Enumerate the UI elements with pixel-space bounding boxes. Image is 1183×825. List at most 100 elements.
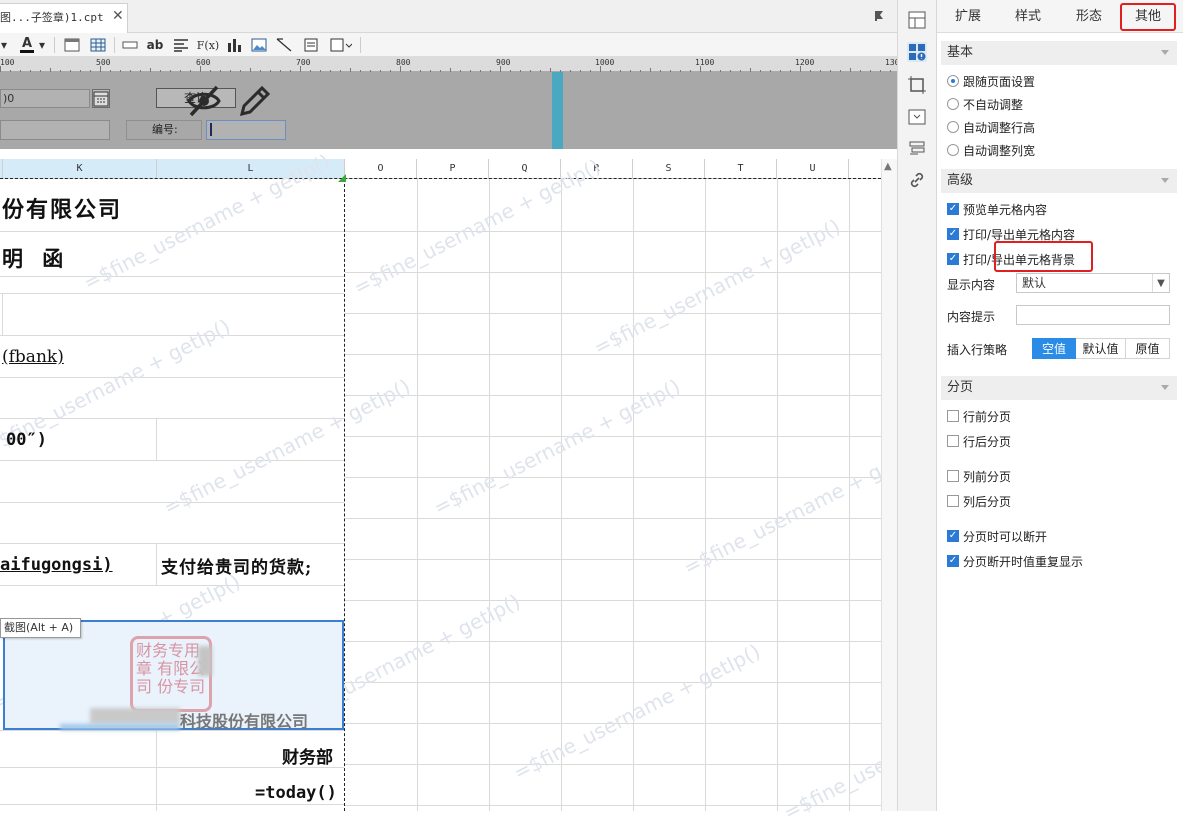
font-color-button[interactable]: A — [16, 36, 38, 54]
section-advanced-header[interactable]: 高级 — [941, 169, 1177, 193]
column-header-r[interactable]: R — [561, 159, 633, 179]
checkbox-icon — [947, 470, 959, 482]
calendar-icon[interactable] — [92, 89, 110, 108]
column-header-k[interactable]: K — [3, 159, 157, 179]
image-icon[interactable] — [249, 36, 269, 54]
column-header-u[interactable]: U — [777, 159, 849, 179]
close-tab-icon[interactable]: ✕ — [112, 8, 124, 24]
screenshot-tooltip: 截图(Alt + A) — [0, 618, 81, 638]
insert-policy-default[interactable]: 默认值 — [1076, 338, 1126, 359]
payer-param-cell[interactable]: aifugongsi) — [0, 555, 113, 575]
ruler-label: 800 — [396, 58, 411, 67]
radio-no-auto-adjust[interactable]: 不自动调整 — [947, 95, 1023, 113]
sub-report-icon[interactable] — [301, 36, 321, 54]
param-input[interactable] — [0, 120, 110, 140]
grid-line — [0, 502, 344, 503]
edit-pencil-icon[interactable] — [238, 84, 272, 118]
check-repeat-on-break[interactable]: ✓ 分页断开时值重复显示 — [947, 552, 1083, 570]
grid-line — [561, 179, 562, 811]
check-can-break[interactable]: ✓ 分页时可以断开 — [947, 527, 1047, 545]
check-break-before-row[interactable]: 行前分页 — [947, 407, 1011, 425]
cell-element-icon[interactable] — [907, 10, 927, 30]
collapse-arrow-icon — [1161, 178, 1169, 183]
finance-dept-cell[interactable]: 财务部 — [282, 743, 333, 768]
radio-auto-col-width[interactable]: 自动调整列宽 — [947, 141, 1035, 159]
checkbox-icon: ✓ — [947, 555, 959, 567]
column-header-t[interactable]: T — [705, 159, 777, 179]
grid-line — [705, 179, 706, 811]
panel-splitter[interactable] — [552, 72, 563, 149]
widget-icon[interactable] — [907, 107, 927, 127]
hide-eye-icon[interactable] — [186, 84, 222, 118]
insert-policy-original[interactable]: 原值 — [1126, 338, 1170, 359]
checkbox-icon — [947, 435, 959, 447]
column-header-p[interactable]: P — [417, 159, 489, 179]
slash-line-icon[interactable] — [274, 36, 294, 54]
bank-param-cell[interactable]: (fbank) — [2, 347, 64, 367]
checkbox-icon: ✓ — [947, 253, 959, 265]
grid-line — [345, 436, 881, 437]
check-preview-content[interactable]: ✓ 预览单元格内容 — [947, 200, 1047, 218]
content-hint-label: 内容提示 — [947, 310, 996, 324]
grid-line — [417, 179, 418, 811]
date-param-input[interactable]: )0 — [0, 89, 90, 108]
payment-text-cell[interactable]: 支付给贵司的货款; — [161, 553, 312, 578]
property-icon-strip — [897, 0, 937, 811]
check-break-after-col[interactable]: 列后分页 — [947, 492, 1011, 510]
tab-extend[interactable]: 扩展 — [945, 7, 991, 27]
cell-attributes-icon[interactable] — [907, 42, 927, 62]
amount-cell[interactable]: 00″) — [6, 430, 47, 450]
section-paging-header[interactable]: 分页 — [941, 376, 1177, 400]
highlight-box — [1120, 3, 1176, 31]
grid-line — [0, 804, 344, 805]
chart-icon[interactable] — [224, 36, 244, 54]
chevron-down-icon[interactable]: ▼ — [1152, 274, 1169, 292]
column-header-l[interactable]: L — [157, 159, 345, 179]
document-tab[interactable]: 图...子签章)1.cpt — [0, 3, 128, 33]
scroll-up-icon[interactable]: ▲ — [884, 161, 892, 172]
dropdown-arrow-icon[interactable]: ▾ — [0, 36, 8, 54]
tab-form[interactable]: 形态 — [1066, 7, 1112, 27]
content-hint-input[interactable] — [1016, 305, 1170, 325]
display-content-select[interactable]: 默认 — [1016, 273, 1170, 293]
grid-line — [489, 179, 490, 811]
crop-frame-icon[interactable] — [907, 75, 927, 95]
insert-policy-null[interactable]: 空值 — [1032, 338, 1076, 359]
grid-line — [849, 179, 850, 811]
vertical-scrollbar[interactable] — [881, 159, 897, 811]
font-color-icon: A — [21, 36, 33, 51]
radio-follow-page[interactable]: 跟随页面设置 — [947, 72, 1035, 90]
window-menu-icon[interactable] — [874, 10, 886, 22]
grid-line — [345, 723, 881, 724]
cell-style-icon[interactable] — [62, 36, 82, 54]
dropdown-arrow-icon[interactable]: ▾ — [38, 36, 46, 54]
radio-icon — [947, 144, 959, 156]
text-field-icon[interactable] — [120, 36, 140, 54]
insert-element-icon[interactable] — [328, 36, 354, 54]
radio-auto-row-height[interactable]: 自动调整行高 — [947, 118, 1035, 136]
ruler-label: 900 — [496, 58, 511, 67]
column-header-s[interactable]: S — [633, 159, 705, 179]
grid-line — [156, 730, 157, 811]
align-text-icon[interactable] — [171, 36, 191, 54]
display-content-label: 显示内容 — [947, 278, 996, 292]
letter-title-cell[interactable]: 明 函 — [2, 243, 69, 273]
column-header-q[interactable]: Q — [489, 159, 561, 179]
condition-attributes-icon[interactable] — [907, 139, 927, 159]
ruler-label: 600 — [196, 58, 211, 67]
hyperlink-icon[interactable] — [907, 170, 927, 190]
column-header-o[interactable]: O — [345, 159, 417, 179]
company-title-cell[interactable]: 份有限公司 — [2, 192, 122, 224]
today-formula-cell[interactable]: =today() — [255, 783, 337, 803]
section-basic-header[interactable]: 基本 — [941, 41, 1177, 65]
grid-line — [0, 418, 344, 419]
grid-line — [345, 354, 881, 355]
number-input[interactable] — [206, 120, 286, 140]
check-break-before-col[interactable]: 列前分页 — [947, 467, 1011, 485]
corner-marker-icon — [338, 174, 346, 182]
check-break-after-row[interactable]: 行后分页 — [947, 432, 1011, 450]
border-grid-icon[interactable] — [88, 36, 108, 54]
formula-icon[interactable]: F(x) — [196, 36, 220, 54]
text-ab-icon[interactable]: ab — [145, 36, 165, 54]
tab-style[interactable]: 样式 — [1005, 7, 1051, 27]
